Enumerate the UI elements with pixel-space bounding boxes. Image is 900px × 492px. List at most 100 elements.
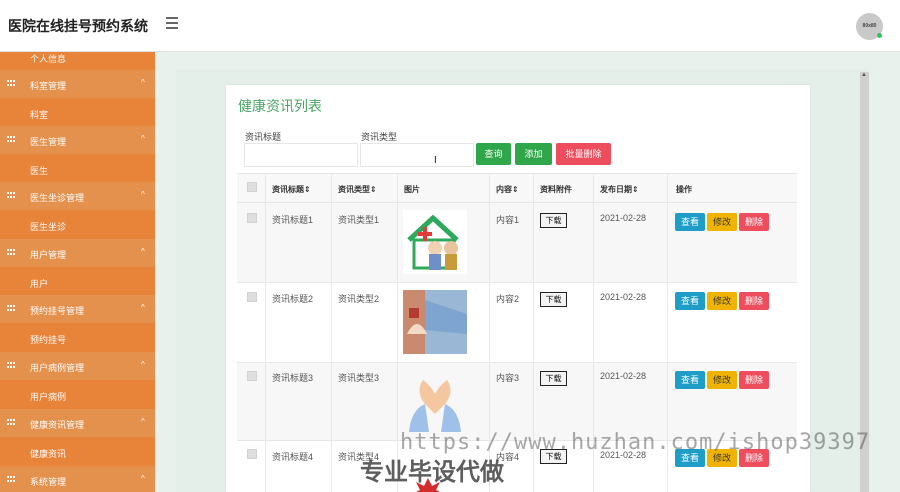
title-filter-label: 资讯标题 bbox=[245, 132, 282, 142]
row-checkbox[interactable] bbox=[247, 449, 257, 459]
sidebar-group-appointment[interactable]: 预约挂号管理 ^ bbox=[0, 295, 155, 323]
cell-date: 2021-02-28 bbox=[600, 292, 647, 302]
type-filter-label: 资讯类型 bbox=[361, 132, 398, 142]
cell-date: 2021-02-28 bbox=[600, 371, 647, 381]
row-checkbox[interactable] bbox=[247, 213, 257, 223]
scroll-up-arrow-icon[interactable]: ▲ bbox=[861, 72, 867, 78]
hamburger-menu-icon[interactable] bbox=[166, 17, 178, 29]
sidebar-item-health-news[interactable]: 健康资讯 bbox=[0, 437, 155, 465]
header-type[interactable]: 资讯类型⇕ bbox=[338, 184, 377, 195]
grid-icon bbox=[7, 80, 15, 87]
sidebar-group-label: 医生管理 bbox=[30, 137, 67, 147]
header-attachment: 资料附件 bbox=[540, 185, 572, 194]
row-divider bbox=[237, 362, 797, 363]
sidebar-item-label: 个人信息 bbox=[30, 54, 67, 64]
header-image: 图片 bbox=[404, 185, 420, 194]
caret-up-icon: ^ bbox=[141, 417, 145, 426]
cell-title: 资讯标题1 bbox=[272, 215, 314, 225]
edit-button[interactable]: 修改 bbox=[707, 213, 737, 231]
header-actions: 操作 bbox=[676, 185, 692, 194]
select-all-checkbox[interactable] bbox=[247, 182, 257, 192]
query-button[interactable]: 查询 bbox=[476, 143, 511, 165]
header-date[interactable]: 发布日期⇕ bbox=[600, 184, 639, 195]
sidebar-item-medical-record[interactable]: 用户病例 bbox=[0, 380, 155, 408]
delete-button[interactable]: 删除 bbox=[739, 213, 769, 231]
cell-content: 内容2 bbox=[496, 294, 520, 304]
download-button[interactable]: 下载 bbox=[540, 213, 567, 228]
cell-content: 内容1 bbox=[496, 215, 520, 225]
delete-button[interactable]: 删除 bbox=[739, 371, 769, 389]
row-checkbox[interactable] bbox=[247, 292, 257, 302]
sidebar-item-label: 健康资讯 bbox=[30, 449, 67, 459]
cell-title: 资讯标题2 bbox=[272, 294, 314, 304]
caret-up-icon: ^ bbox=[141, 190, 145, 199]
sidebar-group-label: 预约挂号管理 bbox=[30, 306, 85, 316]
sidebar-item-doctor-schedule[interactable]: 医生坐诊 bbox=[0, 210, 155, 238]
sidebar-group-user[interactable]: 用户管理 ^ bbox=[0, 239, 155, 267]
cell-title: 资讯标题4 bbox=[272, 452, 314, 462]
add-button[interactable]: 添加 bbox=[515, 143, 552, 165]
sidebar-item-user[interactable]: 用户 bbox=[0, 267, 155, 295]
top-bar: 医院在线挂号预约系统 80x80 bbox=[0, 0, 900, 52]
news-image bbox=[403, 290, 467, 354]
caret-up-icon: ^ bbox=[141, 360, 145, 369]
grid-icon bbox=[7, 136, 15, 143]
cell-type: 资讯类型3 bbox=[338, 373, 380, 383]
grid-icon bbox=[7, 249, 15, 256]
sidebar-group-label: 用户管理 bbox=[30, 250, 67, 260]
vertical-scrollbar[interactable] bbox=[860, 72, 869, 492]
sidebar-item-label: 医生坐诊 bbox=[30, 222, 67, 232]
view-button[interactable]: 查看 bbox=[675, 213, 705, 231]
grid-icon bbox=[7, 362, 15, 369]
download-button[interactable]: 下载 bbox=[540, 292, 567, 307]
edit-button[interactable]: 修改 bbox=[707, 292, 737, 310]
sidebar-group-label: 系统管理 bbox=[30, 477, 67, 487]
sidebar-item-department[interactable]: 科室 bbox=[0, 98, 155, 126]
caret-up-icon: ^ bbox=[141, 134, 145, 143]
sidebar-group-doctor[interactable]: 医生管理 ^ bbox=[0, 126, 155, 154]
caret-up-icon: ^ bbox=[141, 474, 145, 483]
header-content[interactable]: 内容⇕ bbox=[496, 184, 519, 195]
watermark-logo-icon bbox=[404, 474, 452, 492]
sidebar-group-health-news[interactable]: 健康资讯管理 ^ bbox=[0, 409, 155, 437]
grid-icon bbox=[7, 419, 15, 426]
view-button[interactable]: 查看 bbox=[675, 292, 705, 310]
column-divider bbox=[265, 173, 266, 492]
sidebar-group-doctor-schedule[interactable]: 医生坐诊管理 ^ bbox=[0, 182, 155, 210]
column-divider bbox=[397, 173, 398, 492]
row-divider bbox=[237, 282, 797, 283]
sidebar-item-profile[interactable]: 个人信息 bbox=[0, 52, 155, 70]
grid-icon bbox=[7, 476, 15, 483]
text-cursor-icon: I bbox=[434, 155, 437, 166]
download-button[interactable]: 下载 bbox=[540, 371, 567, 386]
sidebar-group-system[interactable]: 系统管理 ^ bbox=[0, 466, 155, 492]
grid-icon bbox=[7, 305, 15, 312]
grid-icon bbox=[7, 192, 15, 199]
sidebar-group-label: 医生坐诊管理 bbox=[30, 193, 85, 203]
cell-content: 内容3 bbox=[496, 373, 520, 383]
view-button[interactable]: 查看 bbox=[675, 371, 705, 389]
sidebar-group-label: 健康资讯管理 bbox=[30, 420, 85, 430]
edit-button[interactable]: 修改 bbox=[707, 371, 737, 389]
sidebar-item-label: 预约挂号 bbox=[30, 335, 67, 345]
type-filter-input[interactable] bbox=[360, 143, 474, 167]
sidebar-item-appointment[interactable]: 预约挂号 bbox=[0, 323, 155, 351]
app-title: 医院在线挂号预约系统 bbox=[8, 18, 148, 34]
batch-delete-button[interactable]: 批量删除 bbox=[556, 143, 611, 165]
column-divider bbox=[331, 173, 332, 492]
news-image bbox=[403, 210, 467, 274]
row-checkbox[interactable] bbox=[247, 371, 257, 381]
sidebar-group-medical-record[interactable]: 用户病例管理 ^ bbox=[0, 352, 155, 380]
cell-date: 2021-02-28 bbox=[600, 213, 647, 223]
delete-button[interactable]: 删除 bbox=[739, 292, 769, 310]
header-title[interactable]: 资讯标题⇕ bbox=[272, 184, 311, 195]
sidebar-item-label: 医生 bbox=[30, 166, 49, 176]
sidebar-item-doctor[interactable]: 医生 bbox=[0, 154, 155, 182]
online-status-dot bbox=[877, 33, 882, 38]
caret-up-icon: ^ bbox=[141, 303, 145, 312]
title-filter-input[interactable] bbox=[244, 143, 358, 167]
cell-type: 资讯类型1 bbox=[338, 215, 380, 225]
sidebar: 个人信息 科室管理 ^ 科室 医生管理 ^ 医生 医生坐诊管理 ^ 医生坐诊 用… bbox=[0, 52, 155, 492]
sidebar-group-department[interactable]: 科室管理 ^ bbox=[0, 70, 155, 98]
sidebar-item-label: 用户病例 bbox=[30, 392, 67, 402]
